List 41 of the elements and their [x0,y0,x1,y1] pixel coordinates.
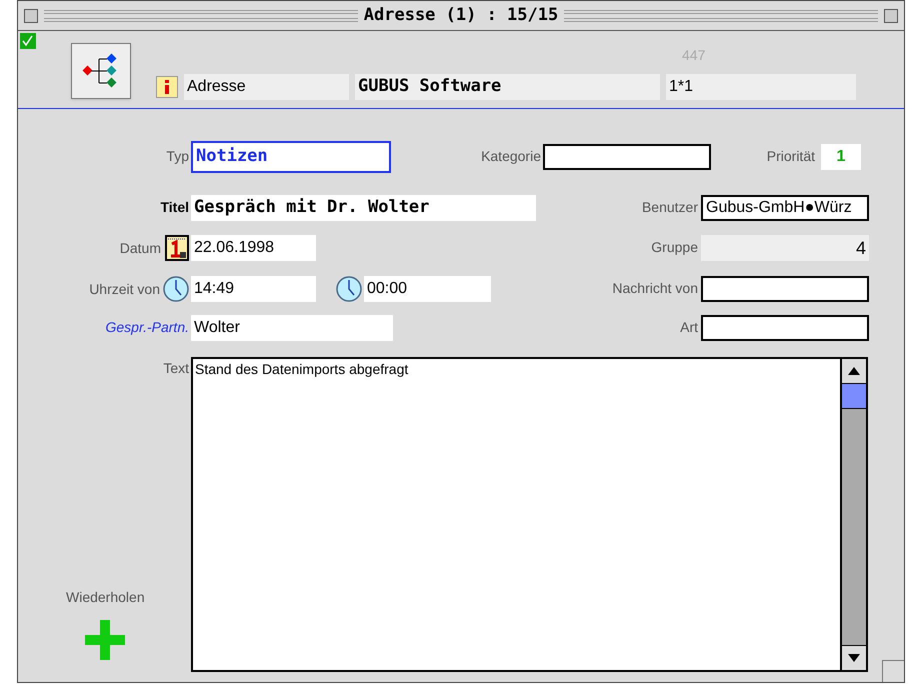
field-label: Wiederholen [66,588,145,607]
field-label: Priorität [766,148,815,164]
scrollbar[interactable] [842,357,868,672]
text-area[interactable]: Stand des Datenimports abgefragt [191,357,842,672]
collapse-box[interactable] [884,8,898,22]
input-field[interactable] [701,315,869,341]
field-label: Gespr.-Partn. [105,319,189,335]
scroll-thumb[interactable] [842,384,866,409]
input-field[interactable]: Gespräch mit Dr. Wolter [191,195,536,221]
window-title: Adresse (1) : 15/15 [364,4,558,27]
up-arrow-icon[interactable] [848,367,860,375]
field-label: Typ [166,148,189,164]
input-field[interactable]: Notizen [191,141,391,173]
input-field[interactable]: 14:49 [191,276,316,302]
calendar-icon[interactable] [165,235,189,261]
field-label: Nachricht von [612,280,698,296]
tree-button[interactable] [71,43,131,99]
field-label: Titel [160,199,189,215]
input-field[interactable]: 22.06.1998 [191,235,316,261]
field-label: Gruppe [651,239,698,255]
module-field[interactable]: Adresse [184,74,349,100]
clock-icon[interactable] [163,275,189,303]
input-field[interactable] [543,144,711,170]
input-field[interactable]: Wolter [191,315,393,341]
field-label: Text [163,360,189,376]
info-icon[interactable] [156,76,178,98]
input-field[interactable]: 4 [701,235,869,261]
input-field[interactable]: 00:00 [364,276,491,302]
company-field[interactable]: GUBUS Software [355,74,660,100]
resize-grip[interactable] [882,660,904,682]
field-label: Uhrzeit von [89,280,160,298]
field-label: Art [680,319,698,335]
clock-icon[interactable] [336,275,362,303]
code-field[interactable]: 1*1 [666,74,856,100]
field-label: Benutzer [642,199,698,215]
close-box[interactable] [24,8,38,22]
down-arrow-icon[interactable] [848,654,860,662]
field-label: Datum [120,238,161,258]
input-field[interactable] [701,276,869,302]
field-label: Kategorie [481,148,541,164]
input-field[interactable]: Gubus-GmbH●Würz [701,195,869,221]
